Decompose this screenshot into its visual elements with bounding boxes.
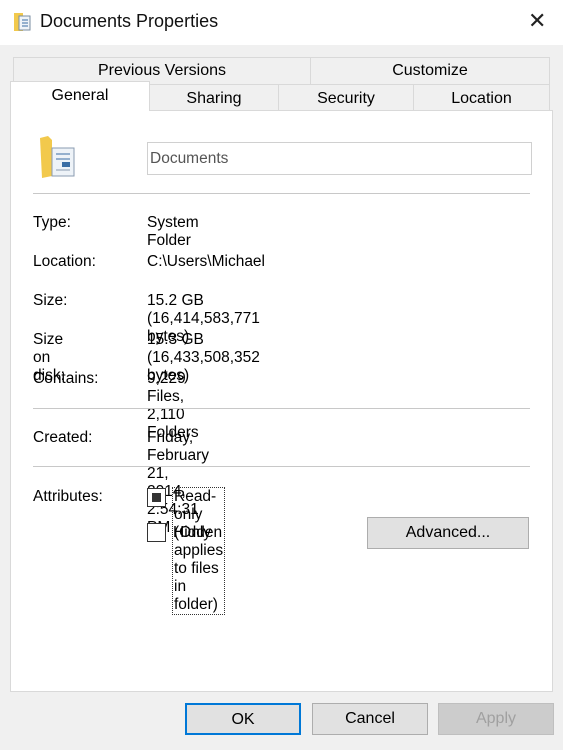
- apply-button[interactable]: Apply: [438, 703, 554, 735]
- type-label: Type:: [33, 214, 71, 231]
- tab-security[interactable]: Security: [278, 84, 414, 111]
- documents-folder-icon: [40, 136, 75, 178]
- indeterminate-mark: [152, 493, 161, 502]
- hidden-label[interactable]: Hidden: [173, 524, 222, 542]
- tab-location[interactable]: Location: [413, 84, 550, 111]
- tab-customize[interactable]: Customize: [310, 57, 550, 85]
- hidden-checkbox[interactable]: [147, 523, 166, 542]
- divider: [33, 466, 530, 467]
- divider: [33, 193, 530, 194]
- readonly-label[interactable]: Read-only (Only applies to files in fold…: [172, 487, 226, 615]
- documents-folder-icon: [14, 13, 31, 31]
- tab-sharing[interactable]: Sharing: [149, 84, 279, 111]
- readonly-checkbox[interactable]: [147, 488, 166, 507]
- attributes-label: Attributes:: [33, 488, 103, 505]
- ok-button[interactable]: OK: [185, 703, 301, 735]
- general-panel: [10, 110, 553, 692]
- tab-general[interactable]: General: [10, 81, 150, 111]
- title-bar: Documents Properties ✕: [0, 0, 563, 45]
- created-label: Created:: [33, 429, 93, 446]
- location-value: C:\Users\Michael: [147, 253, 265, 270]
- location-label: Location:: [33, 253, 96, 270]
- contains-label: Contains:: [33, 370, 99, 387]
- divider: [33, 408, 530, 409]
- type-value: System Folder: [147, 214, 199, 249]
- cancel-button[interactable]: Cancel: [312, 703, 428, 735]
- size-label: Size:: [33, 292, 68, 309]
- window-title: Documents Properties: [40, 11, 219, 31]
- folder-name-input[interactable]: [147, 142, 532, 175]
- close-icon[interactable]: ✕: [528, 8, 546, 34]
- advanced-button[interactable]: Advanced...: [367, 517, 529, 549]
